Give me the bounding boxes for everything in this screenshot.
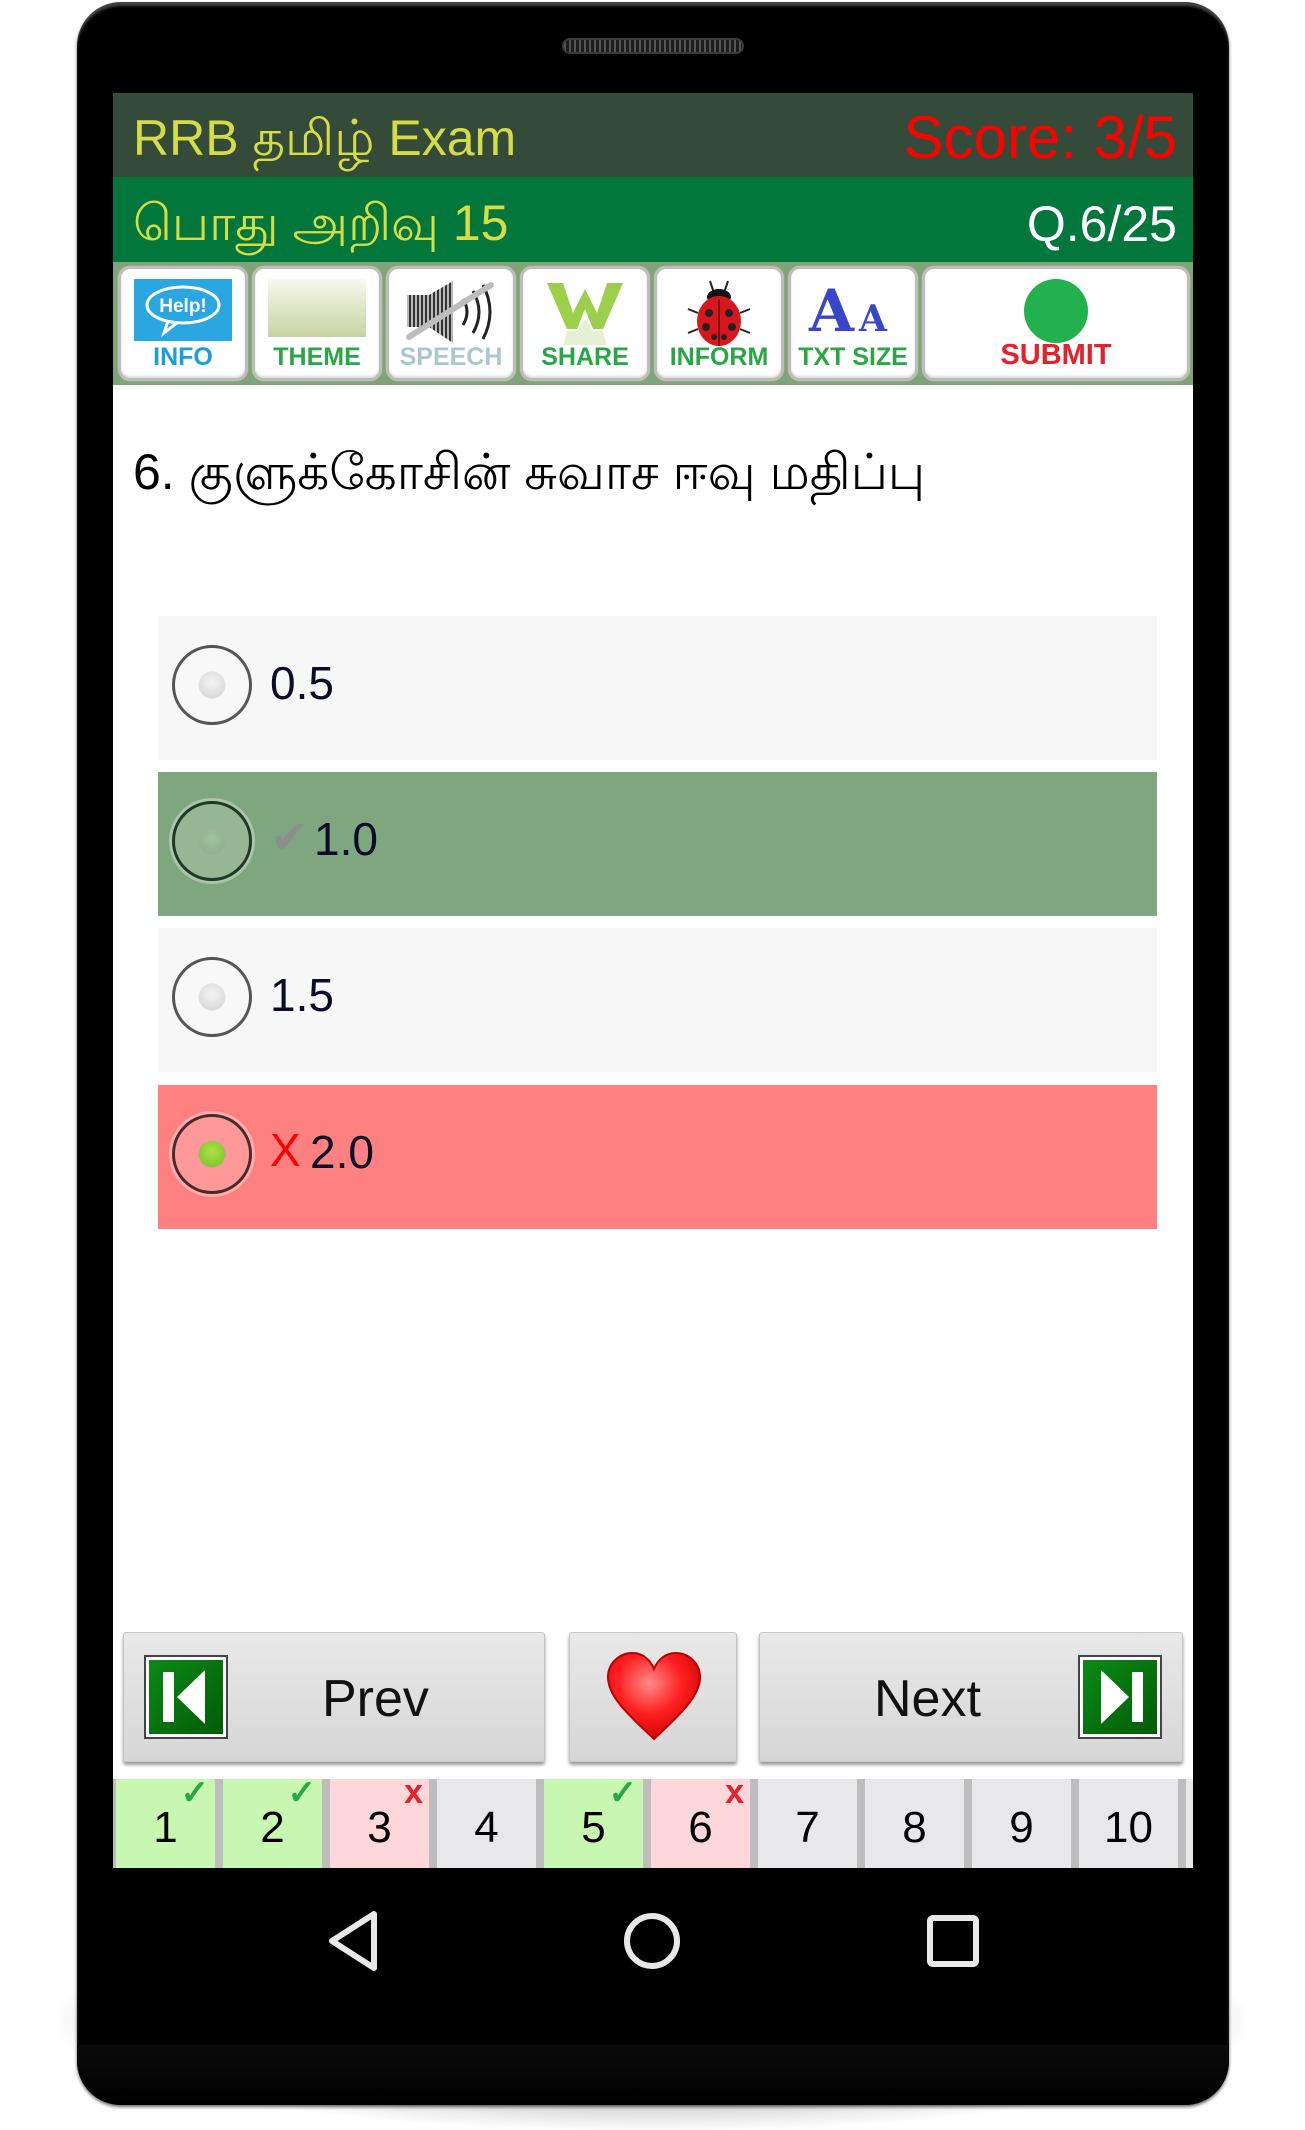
speaker-muted-icon [406,281,494,343]
heart-icon [606,1651,702,1741]
radio-button[interactable] [172,957,252,1037]
svg-text:Help!: Help! [159,296,207,317]
question-counter: Q.6/25 [1026,196,1177,252]
radio-button[interactable] [172,645,252,725]
question-jump-2[interactable]: 2 ✓ [223,1774,322,1868]
question-number: 9 [1009,1803,1034,1852]
radio-button-selected[interactable] [172,1114,252,1194]
correct-check-icon: ✓ [287,1774,317,1812]
question-strip: 1 ✓ 2 ✓ 3 x 4 5 ✓ 6 x 7 8 9 10 [113,1773,1193,1868]
favorite-button[interactable] [569,1632,737,1762]
speech-button[interactable]: SPEECH [386,266,516,381]
radio-button[interactable] [172,801,252,881]
theme-gradient-icon [268,279,366,337]
ladybug-icon [687,280,751,346]
option-text: 1.5 [270,969,334,1021]
question-jump-7[interactable]: 7 [758,1779,857,1868]
prev-button[interactable]: Prev [123,1632,545,1762]
question-text: 6. குளுக்கோசின் சுவாச ஈவு மதிப்பு [133,444,926,500]
option-2[interactable]: ✔ 1.0 [158,772,1157,916]
next-button[interactable]: Next [759,1632,1183,1762]
green-dot-icon [1024,279,1088,343]
score-label: Score: 3/5 [903,104,1178,171]
option-text: 2.0 [310,1126,374,1178]
option-1[interactable]: 0.5 [158,616,1157,760]
info-label: INFO [153,343,213,371]
question-jump-partial[interactable] [1186,1779,1193,1868]
share-label: SHARE [541,343,629,371]
help-bubble-icon: Help! [134,279,232,341]
home-icon[interactable] [623,1912,681,1970]
question-jump-1[interactable]: 1 ✓ [116,1774,215,1868]
theme-button[interactable]: THEME [252,266,382,381]
prev-label: Prev [322,1670,429,1728]
skip-back-icon [144,1655,228,1739]
text-size-button[interactable]: A A TXT SIZE [788,266,918,381]
quiz-subtitle: பொது அறிவு 15 [133,195,509,251]
text-size-label: TXT SIZE [798,343,908,371]
question-jump-3[interactable]: 3x [330,1773,429,1868]
speech-label: SPEECH [399,343,503,371]
phone-chin [77,2045,1229,2105]
app-screen: RRB தமிழ் Exam Score: 3/5 பொது அறிவு 15 … [113,93,1193,1868]
correct-check-icon: ✔ [270,811,309,863]
inform-label: INFORM [669,343,769,371]
submit-label: SUBMIT [1000,339,1112,371]
correct-check-icon: ✓ [180,1774,210,1812]
recents-icon[interactable] [926,1914,980,1968]
wrong-x-icon: x [404,1773,423,1811]
question-jump-6[interactable]: 6x [651,1773,750,1868]
wrong-x-icon: x [725,1773,744,1811]
earpiece-speaker [562,38,744,54]
inform-button[interactable]: INFORM [654,266,784,381]
text-size-icon: A A [808,279,888,341]
svg-text:A: A [858,298,888,340]
wrong-x-icon: X [270,1124,301,1176]
option-3[interactable]: 1.5 [158,928,1157,1072]
question-jump-4[interactable]: 4 [437,1779,536,1868]
app-title: RRB தமிழ் Exam [133,110,517,166]
back-icon[interactable] [326,1910,382,1972]
share-button[interactable]: SHARE [520,266,650,381]
title-bar: RRB தமிழ் Exam Score: 3/5 [113,93,1193,177]
option-4[interactable]: X 2.0 [158,1085,1157,1229]
theme-label: THEME [273,343,361,371]
question-jump-5[interactable]: 5 ✓ [544,1774,643,1868]
subtitle-bar: பொது அறிவு 15 Q.6/25 [113,177,1193,262]
skip-forward-icon [1078,1655,1162,1739]
question-jump-10[interactable]: 10 [1079,1779,1178,1868]
submit-button[interactable]: SUBMIT [922,266,1190,381]
option-text: 0.5 [270,657,334,709]
next-label: Next [874,1670,981,1728]
question-number: 4 [474,1803,499,1852]
question-number: 7 [795,1803,820,1852]
question-jump-9[interactable]: 9 [972,1779,1071,1868]
question-number: 10 [1104,1803,1153,1852]
question-number: 8 [902,1803,927,1852]
toolbar: Help! INFO THEME SPEECH SHARE INFORM A A… [113,262,1193,385]
question-jump-8[interactable]: 8 [865,1779,964,1868]
info-button[interactable]: Help! INFO [118,266,248,381]
share-w-icon [547,283,623,345]
option-text: 1.0 [314,813,378,865]
svg-text:A: A [808,279,855,341]
correct-check-icon: ✓ [608,1774,638,1812]
